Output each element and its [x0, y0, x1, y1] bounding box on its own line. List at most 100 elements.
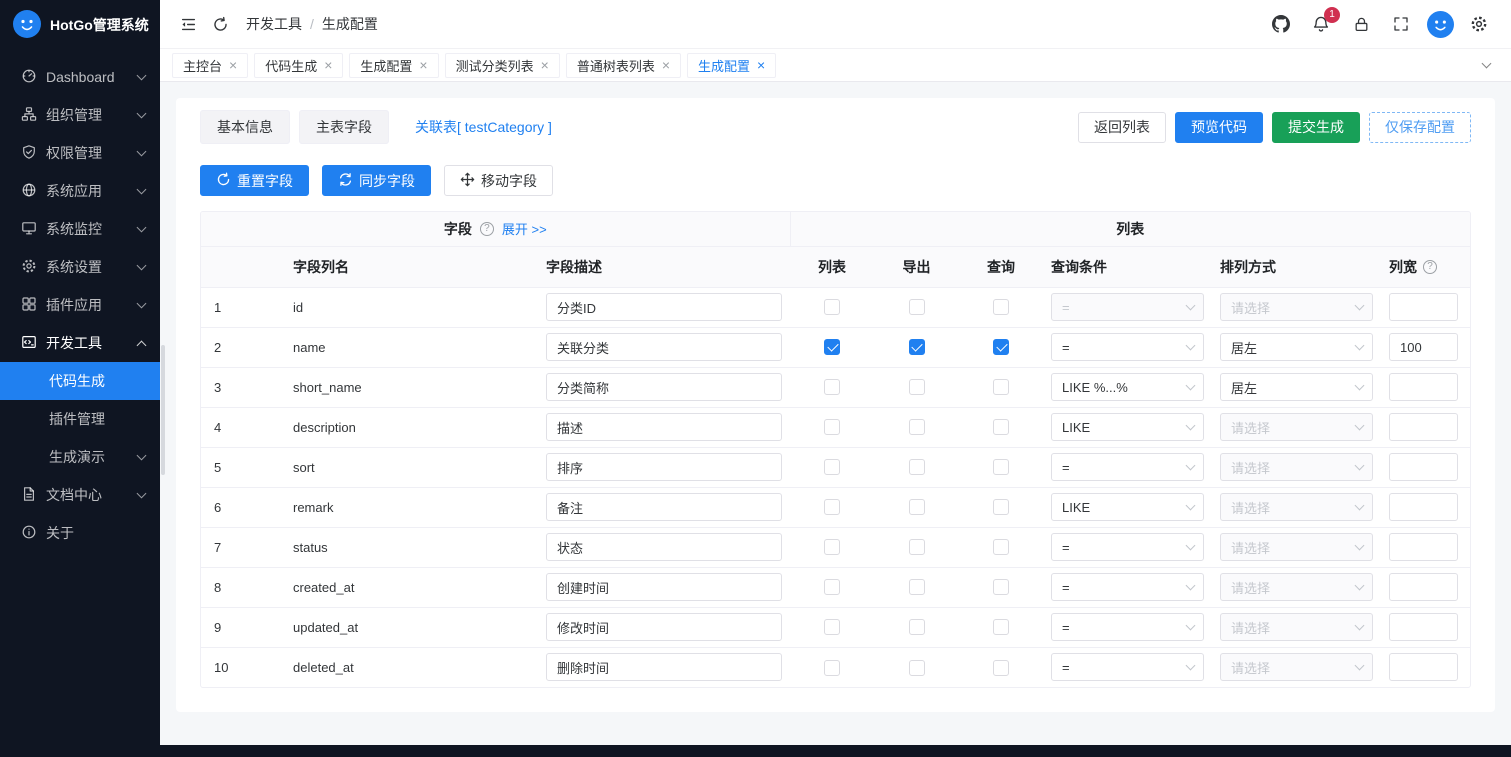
query-condition-select[interactable]: = — [1051, 293, 1204, 321]
query-condition-select[interactable]: LIKE — [1051, 493, 1204, 521]
align-select[interactable]: 居左 — [1220, 373, 1373, 401]
field-desc-input[interactable] — [546, 493, 782, 521]
list-checkbox[interactable] — [824, 499, 840, 515]
align-select[interactable]: 请选择 — [1220, 573, 1373, 601]
list-checkbox[interactable] — [824, 619, 840, 635]
query-condition-select[interactable]: = — [1051, 653, 1204, 681]
align-select[interactable]: 请选择 — [1220, 293, 1373, 321]
column-width-input[interactable] — [1389, 533, 1458, 561]
sidebar-item-gen-demo[interactable]: 生成演示 — [0, 438, 160, 476]
sidebar-item-organization[interactable]: 组织管理 — [0, 96, 160, 134]
column-width-input[interactable] — [1389, 453, 1458, 481]
close-icon[interactable]: × — [419, 58, 427, 72]
export-checkbox[interactable] — [909, 579, 925, 595]
query-condition-select[interactable]: = — [1051, 613, 1204, 641]
export-checkbox[interactable] — [909, 299, 925, 315]
export-checkbox[interactable] — [909, 619, 925, 635]
refresh-icon[interactable] — [204, 8, 236, 40]
field-desc-input[interactable] — [546, 293, 782, 321]
sidebar-item-system-app[interactable]: 系统应用 — [0, 172, 160, 210]
close-icon[interactable]: × — [662, 58, 670, 72]
github-icon[interactable] — [1265, 8, 1297, 40]
export-checkbox[interactable] — [909, 539, 925, 555]
tab-basic-info[interactable]: 基本信息 — [200, 110, 290, 144]
query-checkbox[interactable] — [993, 499, 1009, 515]
query-checkbox[interactable] — [993, 339, 1009, 355]
column-width-input[interactable] — [1389, 413, 1458, 441]
tab-console[interactable]: 主控台× — [172, 53, 248, 78]
query-condition-select[interactable]: = — [1051, 453, 1204, 481]
sidebar-item-plugin-manage[interactable]: 插件管理 — [0, 400, 160, 438]
list-checkbox[interactable] — [824, 579, 840, 595]
query-condition-select[interactable]: = — [1051, 533, 1204, 561]
chevron-down-icon[interactable] — [1473, 64, 1499, 67]
avatar[interactable] — [1425, 9, 1455, 39]
query-condition-select[interactable]: = — [1051, 573, 1204, 601]
close-icon[interactable]: × — [541, 58, 549, 72]
save-config-button[interactable]: 仅保存配置 — [1369, 112, 1471, 143]
export-checkbox[interactable] — [909, 499, 925, 515]
query-checkbox[interactable] — [993, 379, 1009, 395]
list-checkbox[interactable] — [824, 459, 840, 475]
query-checkbox[interactable] — [993, 419, 1009, 435]
column-width-input[interactable] — [1389, 573, 1458, 601]
align-select[interactable]: 请选择 — [1220, 613, 1373, 641]
column-width-input[interactable] — [1389, 493, 1458, 521]
reset-fields-button[interactable]: 重置字段 — [200, 165, 309, 196]
app-logo[interactable]: HotGo管理系统 — [0, 0, 160, 50]
sidebar-item-about[interactable]: 关于 — [0, 514, 160, 552]
sidebar-item-dashboard[interactable]: Dashboard — [0, 58, 160, 96]
align-select[interactable]: 请选择 — [1220, 653, 1373, 681]
query-checkbox[interactable] — [993, 660, 1009, 676]
field-desc-input[interactable] — [546, 653, 782, 681]
help-icon[interactable]: ? — [1423, 260, 1437, 274]
export-checkbox[interactable] — [909, 379, 925, 395]
query-checkbox[interactable] — [993, 619, 1009, 635]
column-width-input[interactable] — [1389, 373, 1458, 401]
field-desc-input[interactable] — [546, 573, 782, 601]
align-select[interactable]: 请选择 — [1220, 453, 1373, 481]
tab-code-gen[interactable]: 代码生成× — [254, 53, 343, 78]
close-icon[interactable]: × — [757, 58, 765, 72]
column-width-input[interactable] — [1389, 333, 1458, 361]
fullscreen-icon[interactable] — [1385, 8, 1417, 40]
column-width-input[interactable] — [1389, 653, 1458, 681]
close-icon[interactable]: × — [324, 58, 332, 72]
sidebar-item-monitor[interactable]: 系统监控 — [0, 210, 160, 248]
preview-code-button[interactable]: 预览代码 — [1175, 112, 1263, 143]
sidebar-item-permission[interactable]: 权限管理 — [0, 134, 160, 172]
export-checkbox[interactable] — [909, 660, 925, 676]
list-checkbox[interactable] — [824, 339, 840, 355]
query-condition-select[interactable]: LIKE — [1051, 413, 1204, 441]
help-icon[interactable]: ? — [480, 222, 494, 236]
sync-fields-button[interactable]: 同步字段 — [322, 165, 431, 196]
query-checkbox[interactable] — [993, 459, 1009, 475]
submit-generate-button[interactable]: 提交生成 — [1272, 112, 1360, 143]
breadcrumb-item[interactable]: 生成配置 — [322, 14, 378, 34]
sidebar-item-plugin-app[interactable]: 插件应用 — [0, 286, 160, 324]
tab-main-fields[interactable]: 主表字段 — [299, 110, 389, 144]
field-desc-input[interactable] — [546, 413, 782, 441]
sidebar-item-code-gen[interactable]: 代码生成 — [0, 362, 160, 400]
settings-gear-icon[interactable] — [1463, 8, 1495, 40]
list-checkbox[interactable] — [824, 299, 840, 315]
column-width-input[interactable] — [1389, 293, 1458, 321]
lock-screen-icon[interactable] — [1345, 8, 1377, 40]
tab-gen-config-1[interactable]: 生成配置× — [349, 53, 438, 78]
sidebar-item-system-settings[interactable]: 系统设置 — [0, 248, 160, 286]
tab-gen-config-2[interactable]: 生成配置× — [687, 53, 776, 78]
field-desc-input[interactable] — [546, 453, 782, 481]
list-checkbox[interactable] — [824, 539, 840, 555]
menu-fold-icon[interactable] — [172, 8, 204, 40]
expand-link[interactable]: 展开 >> — [502, 219, 547, 238]
sidebar-item-devtools[interactable]: 开发工具 — [0, 324, 160, 362]
field-desc-input[interactable] — [546, 613, 782, 641]
query-condition-select[interactable]: = — [1051, 333, 1204, 361]
back-to-list-button[interactable]: 返回列表 — [1078, 112, 1166, 143]
list-checkbox[interactable] — [824, 660, 840, 676]
tab-tree-list[interactable]: 普通树表列表× — [566, 53, 681, 78]
breadcrumb-item[interactable]: 开发工具 — [246, 14, 302, 34]
sidebar-scrollbar[interactable] — [161, 345, 165, 475]
export-checkbox[interactable] — [909, 459, 925, 475]
query-checkbox[interactable] — [993, 299, 1009, 315]
